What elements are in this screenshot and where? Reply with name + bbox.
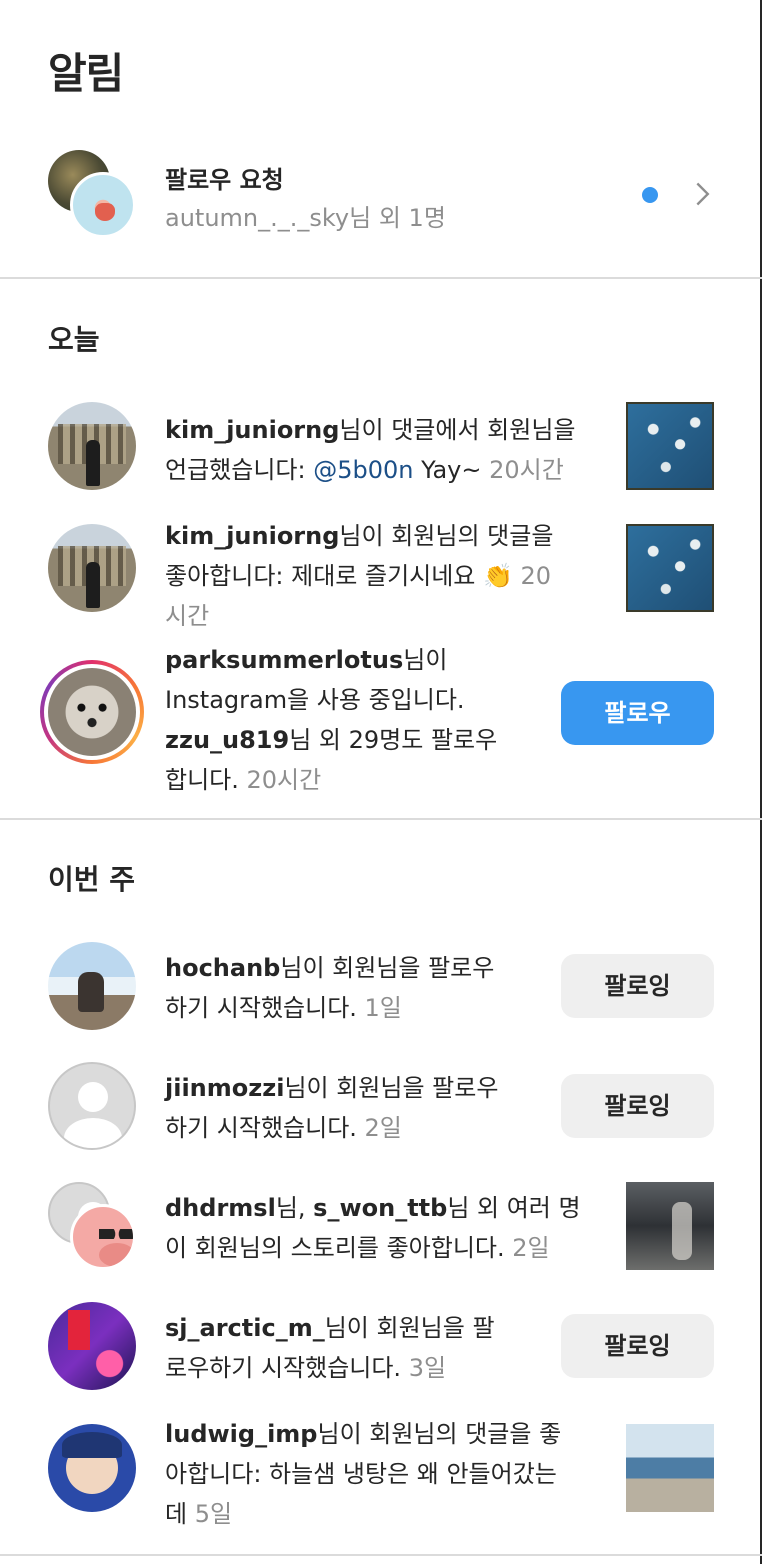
timestamp: 시간 [165, 602, 210, 630]
divider [0, 277, 762, 279]
username[interactable]: parksummerlotus [165, 646, 403, 674]
timestamp: 20시간 [246, 766, 322, 794]
username[interactable]: kim_juniorng [165, 522, 339, 550]
notification-text: kim_juniorng님이 댓글에서 회원님을 언급했습니다: @5b00n … [165, 416, 576, 484]
section-this-week-heading: 이번 주 [48, 863, 136, 896]
story-thumbnail[interactable] [626, 1182, 714, 1270]
notification-text: kim_juniorng님이 회원님의 댓글을 좋아합니다: 제대로 즐기시네요… [165, 522, 554, 630]
notification-text: jiinmozzi님이 회원님을 팔로우 하기 시작했습니다. 2일 [165, 1074, 499, 1142]
notifications-panel: 알림 팔로우 요청 autumn_._._sky님 외 1명 오늘 kim_ju… [0, 0, 762, 1564]
notification-text: ludwig_imp님이 회원님의 댓글을 좋 아합니다: 하늘샘 냉탕은 왜 … [165, 1420, 562, 1528]
timestamp: 5일 [194, 1500, 233, 1528]
following-button[interactable]: 팔로잉 [561, 1314, 714, 1378]
page-title: 알림 [48, 49, 124, 98]
following-button[interactable]: 팔로잉 [561, 954, 714, 1018]
follow-request-avatar-front [70, 172, 136, 238]
follow-request-title: 팔로우 요청 [165, 166, 284, 194]
notification-text: hochanb님이 회원님을 팔로우 하기 시작했습니다. 1일 [165, 954, 495, 1022]
chevron-right-icon [696, 182, 710, 206]
timestamp: 3일 [408, 1354, 447, 1382]
avatar[interactable] [48, 524, 136, 612]
username[interactable]: dhdrmsl [165, 1194, 276, 1222]
divider [0, 1554, 762, 1556]
section-today-heading: 오늘 [48, 323, 100, 356]
post-thumbnail[interactable] [626, 524, 714, 612]
avatar[interactable] [48, 942, 136, 1030]
timestamp: 20 [520, 562, 552, 590]
avatar[interactable] [48, 402, 136, 490]
divider [0, 818, 762, 820]
username[interactable]: zzu_u819 [165, 726, 289, 754]
post-thumbnail[interactable] [626, 402, 714, 490]
username[interactable]: jiinmozzi [165, 1074, 284, 1102]
username[interactable]: s_won_ttb [313, 1194, 447, 1222]
avatar[interactable] [48, 1424, 136, 1512]
avatar[interactable] [48, 1302, 136, 1390]
notification-text: sj_arctic_m_님이 회원님을 팔 로우하기 시작했습니다. 3일 [165, 1314, 495, 1382]
mention-link[interactable]: @5b00n [313, 456, 413, 484]
following-button[interactable]: 팔로잉 [561, 1074, 714, 1138]
notification-text: parksummerlotus님이 Instagram을 사용 중입니다. zz… [165, 646, 498, 794]
avatar-story-ring[interactable] [40, 660, 144, 764]
timestamp: 1일 [364, 994, 402, 1022]
follow-request-row[interactable]: 팔로우 요청 autumn_._._sky님 외 1명 [0, 140, 762, 250]
username[interactable]: sj_arctic_m_ [165, 1314, 325, 1342]
username[interactable]: hochanb [165, 954, 280, 982]
timestamp: 20시간 [489, 456, 564, 484]
post-thumbnail[interactable] [626, 1424, 714, 1512]
username[interactable]: ludwig_imp [165, 1420, 317, 1448]
default-avatar-icon[interactable] [48, 1062, 136, 1150]
follow-button[interactable]: 팔로우 [561, 681, 714, 745]
follow-request-subtitle: autumn_._._sky님 외 1명 [165, 204, 446, 232]
username[interactable]: kim_juniorng [165, 416, 339, 444]
unread-dot-icon [642, 187, 658, 203]
avatar [48, 668, 136, 756]
timestamp: 2일 [512, 1234, 550, 1262]
timestamp: 2일 [364, 1114, 402, 1142]
notification-text: dhdrmsl님, s_won_ttb님 외 여러 명 이 회원님의 스토리를 … [165, 1194, 581, 1262]
avatar[interactable] [70, 1204, 136, 1270]
